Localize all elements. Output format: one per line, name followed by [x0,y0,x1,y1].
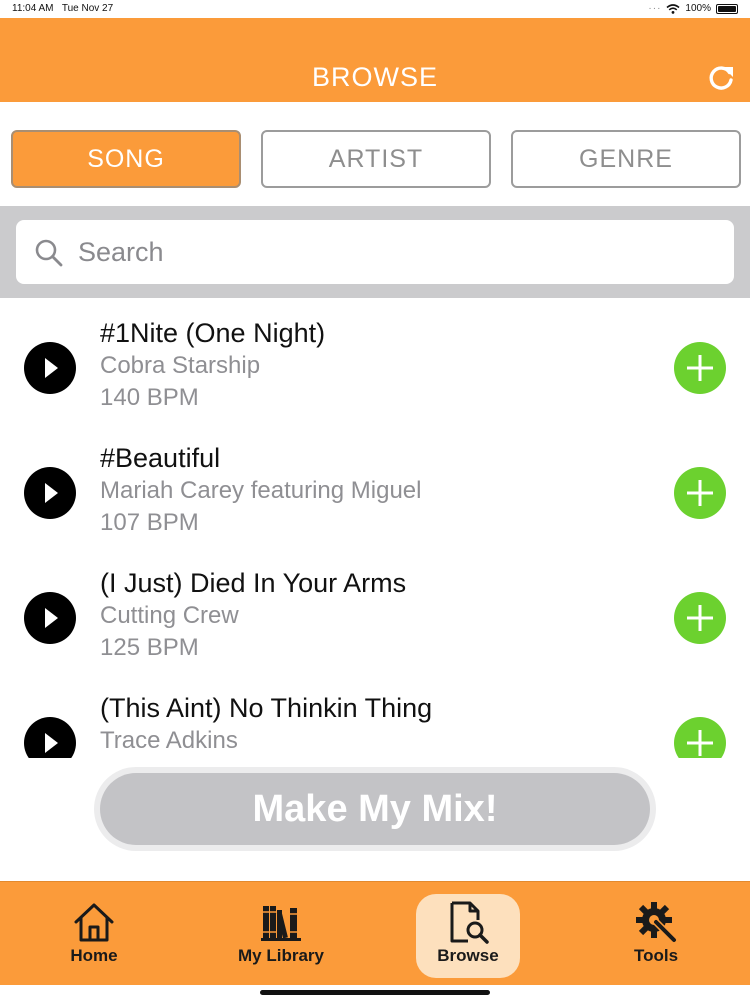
play-icon [45,483,58,503]
tab-label: Home [70,946,118,965]
song-row[interactable]: (This Aint) No Thinkin Thing Trace Adkin… [0,673,750,758]
status-bar: 11:04 AM Tue Nov 27 ··· 100% [0,0,750,18]
battery-icon [716,3,738,14]
tools-icon [636,902,678,944]
mix-button-wrap: Make My Mix! [94,767,656,851]
play-icon [45,358,58,378]
search-box[interactable] [16,220,734,284]
tab-label: My Library [238,946,324,965]
segment-artist[interactable]: ARTIST [261,130,491,188]
signal-dots: ··· [648,3,662,14]
add-song-button[interactable] [674,467,726,519]
song-bpm: 125 BPM [100,634,199,661]
tab-label: Tools [633,946,679,965]
library-icon [261,906,301,941]
song-row[interactable]: (I Just) Died In Your Arms Cutting Crew … [0,548,750,673]
make-my-mix-button[interactable]: Make My Mix! [100,773,650,845]
song-title: #Beautiful [100,443,221,473]
tab-home[interactable]: Home [42,894,146,978]
song-artist: Cobra Starship [100,352,261,379]
browse-icon [450,901,489,944]
tab-my-library[interactable]: My Library [229,894,333,978]
song-title: (I Just) Died In Your Arms [100,568,407,598]
play-button[interactable] [24,342,76,394]
song-artist: Trace Adkins [100,727,238,754]
song-title: #1Nite (One Night) [100,318,326,348]
song-row[interactable]: #Beautiful Mariah Carey featuring Miguel… [0,423,750,548]
status-right: ··· 100% [648,3,738,14]
tab-label: Browse [437,946,499,965]
play-button[interactable] [24,717,76,758]
tab-tools[interactable]: Tools [604,894,708,978]
song-artist: Mariah Carey featuring Miguel [100,477,422,504]
tab-bar: Home My Library Browse Tools [0,881,750,985]
search-bar [0,206,750,298]
segment-genre[interactable]: GENRE [511,130,741,188]
song-row[interactable]: #1Nite (One Night) Cobra Starship 140 BP… [0,298,750,423]
wifi-icon [666,3,680,14]
add-song-button[interactable] [674,342,726,394]
refresh-icon[interactable] [706,63,736,93]
segment-song[interactable]: SONG [11,130,241,188]
song-list: #1Nite (One Night) Cobra Starship 140 BP… [0,298,750,758]
play-button[interactable] [24,592,76,644]
song-bpm: 140 BPM [100,384,199,411]
home-icon [74,903,114,942]
battery-percent: 100% [685,3,711,14]
song-bpm: 107 BPM [100,509,199,536]
play-icon [45,608,58,628]
tab-browse[interactable]: Browse [416,894,520,978]
play-icon [45,733,58,753]
segment-control: SONG ARTIST GENRE [0,102,750,206]
page-title: BROWSE [311,62,438,92]
status-time: 11:04 AM Tue Nov 27 [12,3,114,14]
search-icon [35,239,63,267]
song-artist: Cutting Crew [100,602,239,629]
add-song-button[interactable] [674,717,726,758]
plus-icon [687,730,713,756]
header-bar: BROWSE [0,18,750,102]
play-button[interactable] [24,467,76,519]
home-indicator[interactable] [260,990,490,995]
search-input[interactable] [78,230,698,274]
song-title: (This Aint) No Thinkin Thing [100,693,433,723]
plus-icon [687,605,713,631]
add-song-button[interactable] [674,592,726,644]
plus-icon [687,355,713,381]
plus-icon [687,480,713,506]
